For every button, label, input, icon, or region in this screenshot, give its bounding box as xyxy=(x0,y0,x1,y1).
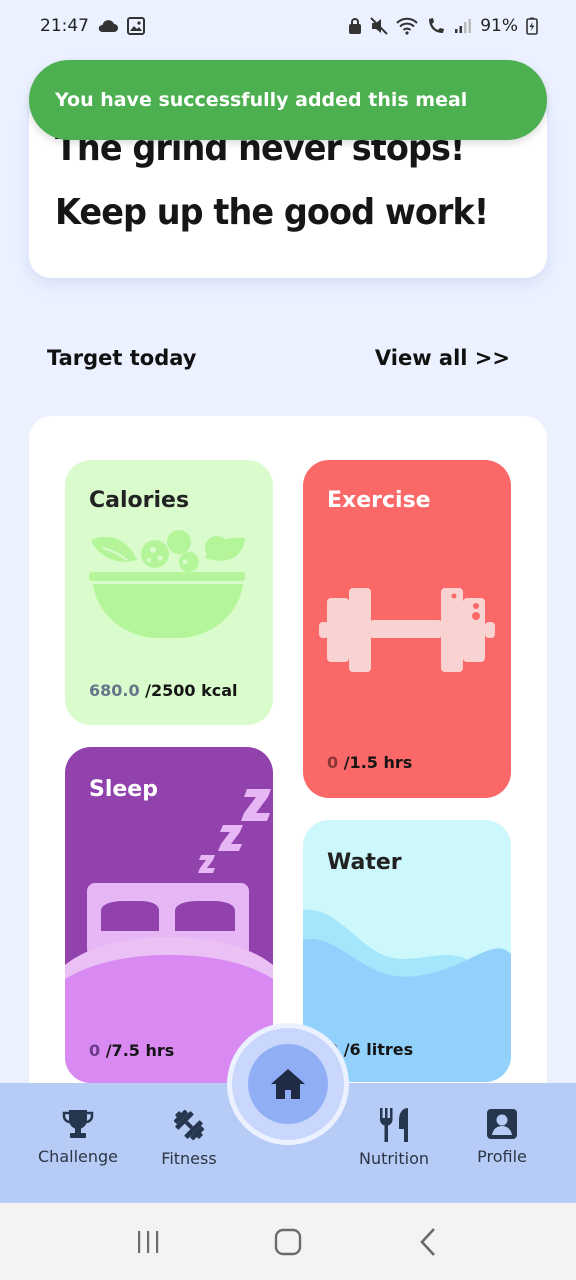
water-tile[interactable]: Water 0 /6 litres xyxy=(303,820,511,1082)
recents-icon xyxy=(138,1230,159,1253)
profile-icon xyxy=(487,1109,517,1139)
calories-title: Calories xyxy=(89,488,190,513)
home-icon xyxy=(271,1069,305,1099)
nav-challenge[interactable]: Challenge xyxy=(38,1107,118,1166)
nav-nutrition-label: Nutrition xyxy=(358,1149,430,1168)
water-title: Water xyxy=(327,850,402,875)
battery-icon xyxy=(526,17,538,35)
status-left: 21:47 xyxy=(40,16,145,36)
wifi-call-icon xyxy=(426,17,446,35)
exercise-title: Exercise xyxy=(327,488,431,513)
system-nav-bar xyxy=(0,1203,576,1280)
water-target: /6 litres xyxy=(338,1040,414,1059)
dumbbell-icon xyxy=(173,1109,205,1141)
calories-target: /2500 kcal xyxy=(139,681,238,700)
nav-challenge-label: Challenge xyxy=(38,1147,118,1166)
exercise-target: /1.5 hrs xyxy=(338,753,413,772)
nav-nutrition[interactable]: Nutrition xyxy=(358,1107,430,1168)
calories-tile[interactable]: Calories 680.0 /2500 kcal xyxy=(65,460,273,725)
nav-fitness-label: Fitness xyxy=(161,1149,217,1168)
salad-bowl-icon xyxy=(89,530,245,638)
exercise-progress: 0 /1.5 hrs xyxy=(327,753,412,772)
status-bar: 21:47 91% xyxy=(0,0,576,52)
exercise-current: 0 xyxy=(327,753,339,772)
bed-icon xyxy=(65,789,273,1083)
sleep-tile[interactable]: Sleep 0 /7.5 hrs xyxy=(65,747,273,1083)
motivation-line-2: Keep up the good work! xyxy=(55,192,489,233)
nav-profile-label: Profile xyxy=(477,1147,527,1166)
exercise-tile[interactable]: Exercise 0 /1.5 hrs xyxy=(303,460,511,798)
home-outline-icon xyxy=(274,1228,302,1255)
nav-fitness[interactable]: Fitness xyxy=(152,1107,226,1168)
wifi-icon xyxy=(396,17,418,35)
sleep-progress: 0 /7.5 hrs xyxy=(89,1041,174,1060)
recents-button[interactable] xyxy=(118,1217,178,1267)
home-button[interactable] xyxy=(248,1044,328,1124)
battery-percent: 91% xyxy=(480,16,518,36)
lock-icon xyxy=(348,17,362,35)
back-button[interactable] xyxy=(398,1217,458,1267)
sleep-target: /7.5 hrs xyxy=(100,1041,175,1060)
section-title: Target today xyxy=(47,346,197,370)
mute-icon xyxy=(370,17,388,35)
status-time: 21:47 xyxy=(40,16,89,36)
cloud-icon xyxy=(97,19,119,33)
fork-knife-icon xyxy=(380,1108,408,1142)
status-right: 91% xyxy=(348,16,538,36)
dumbbell-icon xyxy=(319,588,495,672)
back-icon xyxy=(420,1227,435,1256)
signal-icon xyxy=(454,18,472,34)
trophy-icon xyxy=(62,1110,94,1138)
calories-current: 680.0 xyxy=(89,681,140,700)
calories-progress: 680.0 /2500 kcal xyxy=(89,681,238,700)
view-all-link[interactable]: View all >> xyxy=(375,346,510,370)
toast-message: You have successfully added this meal xyxy=(55,89,468,111)
sleep-current: 0 xyxy=(89,1041,101,1060)
nav-profile[interactable]: Profile xyxy=(470,1107,534,1166)
success-toast: You have successfully added this meal xyxy=(29,60,547,140)
system-home-button[interactable] xyxy=(258,1217,318,1267)
image-icon xyxy=(127,17,145,35)
